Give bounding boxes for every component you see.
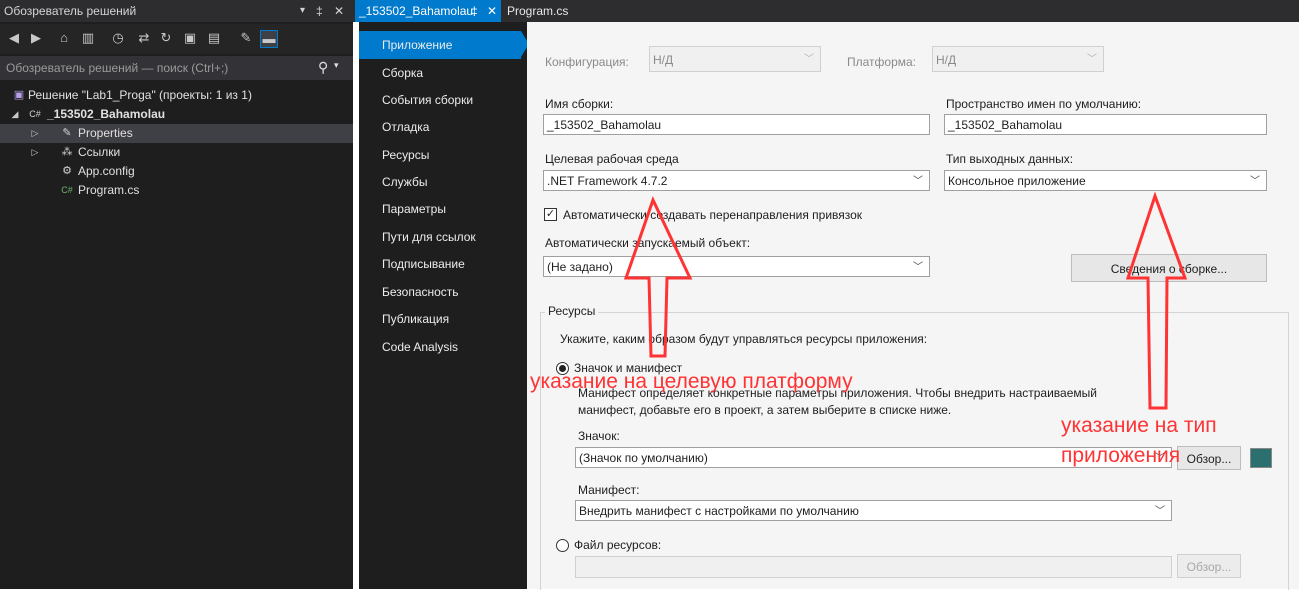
annotation-target-platform: указание на целевую платформу [530, 370, 853, 393]
annotation-app-type-line2: приложения [1061, 444, 1181, 467]
arrow-to-output-type [1125, 191, 1188, 410]
annotation-app-type-line1: указание на тип [1061, 414, 1217, 437]
annotation-arrows [623, 191, 1188, 410]
arrow-to-target-framework [623, 196, 693, 358]
